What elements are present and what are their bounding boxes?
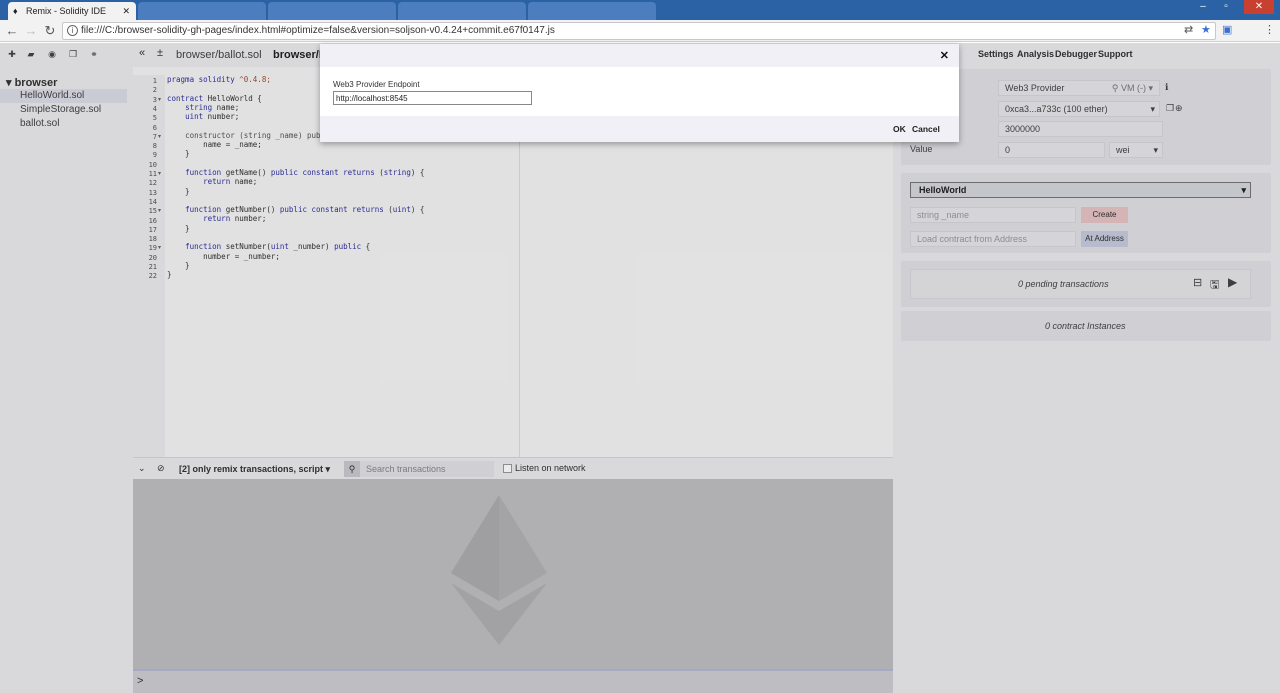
minimize-icon[interactable]: – <box>1192 0 1214 14</box>
url-text: file:///C:/browser-solidity-gh-pages/ind… <box>81 25 555 36</box>
browser-tab[interactable] <box>268 2 396 20</box>
tab-title: Remix - Solidity IDE <box>26 6 107 16</box>
browser-tab[interactable] <box>398 2 526 20</box>
browser-toolbar: ← → ↻ i file:///C:/browser-solidity-gh-p… <box>0 20 1280 42</box>
info-icon[interactable]: i <box>67 25 78 36</box>
endpoint-label: Web3 Provider Endpoint <box>333 80 420 89</box>
close-window-icon[interactable]: ✕ <box>1244 0 1274 14</box>
browser-tab[interactable] <box>138 2 266 20</box>
modal-header: ✕ <box>320 44 959 67</box>
extension-icon[interactable]: ▣ <box>1222 22 1232 38</box>
browser-tab-remix[interactable]: ♦ Remix - Solidity IDE ✕ <box>8 2 136 20</box>
translate-icon[interactable]: ⇄ <box>1184 22 1193 38</box>
browser-tab-bar: ♦ Remix - Solidity IDE ✕ – ▫ ✕ <box>0 0 1280 20</box>
menu-dots-icon[interactable]: ⋮ <box>1264 22 1275 38</box>
ok-button[interactable]: OK <box>893 124 906 134</box>
reload-icon[interactable]: ↻ <box>41 22 59 40</box>
address-bar[interactable]: i file:///C:/browser-solidity-gh-pages/i… <box>62 22 1216 40</box>
browser-tab[interactable] <box>528 2 656 20</box>
endpoint-input[interactable] <box>333 91 532 105</box>
ethereum-icon: ♦ <box>13 6 18 16</box>
back-icon[interactable]: ← <box>3 22 21 40</box>
maximize-icon[interactable]: ▫ <box>1215 0 1237 14</box>
close-icon[interactable]: ✕ <box>940 49 949 62</box>
web3-provider-modal: ✕ Web3 Provider Endpoint OK Cancel <box>320 44 959 142</box>
cancel-button[interactable]: Cancel <box>912 124 940 134</box>
bookmark-star-icon[interactable]: ★ <box>1201 22 1211 38</box>
forward-icon[interactable]: → <box>22 22 40 40</box>
modal-footer: OK Cancel <box>320 116 959 142</box>
close-tab-icon[interactable]: ✕ <box>122 2 130 20</box>
